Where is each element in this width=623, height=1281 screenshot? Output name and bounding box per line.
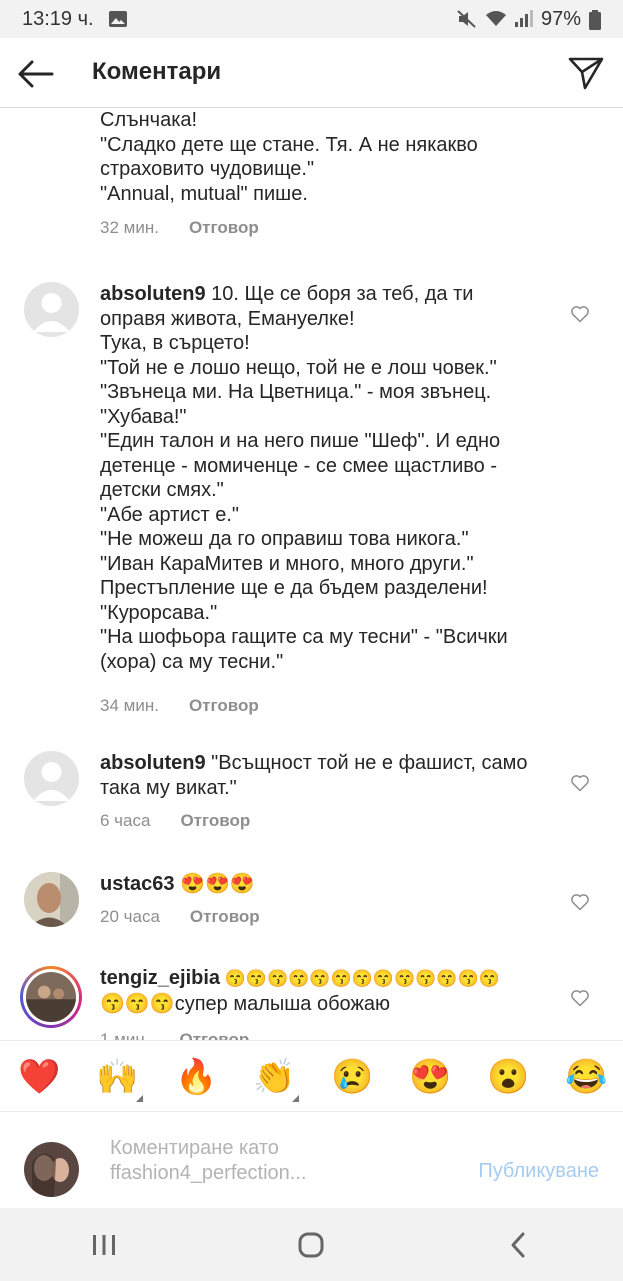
home-icon[interactable] [291, 1225, 331, 1265]
comment-time: 32 мин. [100, 218, 159, 237]
comment-time: 1 мин. [100, 1030, 150, 1040]
comment-time: 34 мин. [100, 696, 159, 715]
back-arrow-icon[interactable] [16, 54, 56, 94]
system-navigation-bar [0, 1208, 623, 1281]
comment-line: 10. Ще се боря за теб, да ти [205, 283, 474, 305]
comment-line: "Един талон и на него пише "Шеф". И едно [100, 430, 501, 452]
avatar[interactable] [24, 872, 79, 927]
clapping-hands-emoji-button[interactable]: 👏 [253, 1057, 295, 1097]
comment-line: "Не можеш да го оправиш това никога." [100, 528, 469, 550]
comment-text: Слънчака! "Сладко дете ще стане. Тя. А н… [100, 108, 555, 206]
like-heart-icon[interactable] [570, 988, 590, 1008]
wifi-icon [485, 10, 506, 28]
back-nav-icon[interactable] [499, 1225, 539, 1265]
comment-line: "Хубава!" [100, 405, 187, 428]
my-avatar [24, 1142, 79, 1197]
battery-icon [589, 10, 601, 30]
comment-line: "Annual, mutual" пише. [100, 182, 308, 205]
comment-line: "Курорсава." [100, 601, 218, 624]
signal-icon [513, 10, 533, 28]
publish-button[interactable]: Публикуване [478, 1160, 599, 1183]
emoji-reaction-bar: ❤️ 🙌 🔥 👏 😢 😍 😮 😂 [0, 1040, 623, 1112]
comment-line: (хора) са му тесни." [100, 650, 284, 673]
reply-button[interactable]: Отговор [189, 696, 259, 716]
like-heart-icon[interactable] [570, 304, 590, 324]
comment-line: така му викат." [100, 776, 237, 799]
send-direct-icon[interactable] [567, 54, 605, 92]
comment-text: ustac63 😍😍😍 [100, 872, 555, 897]
placeholder-line: ffashion4_perfection... [110, 1162, 307, 1184]
surprised-face-emoji-button[interactable]: 😮 [487, 1057, 529, 1097]
reply-button[interactable]: Отговор [179, 1030, 249, 1040]
reply-button[interactable]: Отговор [189, 218, 259, 238]
comment-meta: 1 мин. Отговор [100, 1030, 249, 1040]
reply-button[interactable]: Отговор [180, 811, 250, 831]
comment-composer: Коментиране като ffashion4_perfection...… [0, 1112, 623, 1208]
tears-of-joy-emoji-button[interactable]: 😂 [565, 1057, 607, 1097]
comment-text: absoluten9 10. Ще се боря за теб, да ти … [100, 282, 555, 674]
status-bar: 13:19 ч. 97% [0, 0, 623, 38]
comment-line: 😍😍😍 [174, 873, 255, 895]
comment-line: Престъпление ще е да бъдем разделени! [100, 577, 488, 599]
story-ring-avatar[interactable] [20, 966, 82, 1028]
comment-line: 😙😙😙😙😙😙😙😙😙😙😙😙😙 [220, 969, 500, 988]
page-title: Коментари [92, 58, 222, 85]
comment-input[interactable]: Коментиране като ffashion4_perfection... [110, 1136, 306, 1186]
comment-line: Слънчака! [100, 109, 198, 131]
like-heart-icon[interactable] [570, 892, 590, 912]
placeholder-line: Коментиране като [110, 1137, 279, 1159]
comment-meta: 20 часа Отговор [100, 907, 260, 927]
like-heart-icon[interactable] [570, 773, 590, 793]
fire-emoji-button[interactable]: 🔥 [175, 1057, 217, 1097]
comments-list[interactable]: Слънчака! "Сладко дете ще стане. Тя. А н… [0, 108, 623, 1040]
red-heart-emoji-button[interactable]: ❤️ [18, 1057, 60, 1097]
comment-time: 20 часа [100, 907, 160, 926]
raising-hands-emoji-button[interactable]: 🙌 [96, 1057, 138, 1097]
recent-apps-icon[interactable] [84, 1225, 124, 1265]
comment-username[interactable]: ustac63 [100, 873, 175, 895]
comment-meta: 6 часа Отговор [100, 811, 250, 831]
avatar[interactable] [24, 282, 79, 337]
comment-line: "На шофьора гащите са му тесни" - "Всичк… [100, 626, 508, 648]
heart-eyes-emoji-button[interactable]: 😍 [409, 1057, 451, 1097]
comments-header: Коментари [0, 38, 623, 108]
comment-line: "Абе артист е." [100, 503, 239, 526]
comment-username[interactable]: absoluten9 [100, 283, 206, 305]
mute-icon [457, 10, 477, 28]
comment-username[interactable]: absoluten9 [100, 752, 206, 774]
status-time: 13:19 ч. [22, 7, 94, 30]
comment-time: 6 часа [100, 811, 151, 830]
comment-meta: 34 мин. Отговор [100, 696, 259, 716]
comment-line: страховито чудовище." [100, 158, 315, 180]
comment-line: "Сладко дете ще стане. Тя. А не някакво [100, 133, 478, 156]
comment-text: absoluten9 "Всъщност той не е фашист, са… [100, 751, 555, 800]
skin-tone-indicator-icon [292, 1095, 299, 1102]
comment-meta: 32 мин. Отговор [100, 218, 259, 238]
skin-tone-indicator-icon [136, 1095, 143, 1102]
comment-line: оправя живота, Емануелке! [100, 307, 355, 330]
reply-button[interactable]: Отговор [190, 907, 260, 927]
comment-line: 😙😙😙супер малыша обожаю [100, 992, 390, 1015]
crying-face-emoji-button[interactable]: 😢 [331, 1057, 373, 1097]
comment-text: tengiz_ejibia 😙😙😙😙😙😙😙😙😙😙😙😙😙 😙😙😙супер мал… [100, 966, 555, 1016]
comment-line: детенце - момиченце - се смее щастливо - [100, 454, 497, 477]
comment-line: "Всъщност той не е фашист, само [205, 752, 528, 774]
comment-line: "Той не е лошо нещо, той не е лош човек.… [100, 356, 497, 379]
battery-percent: 97% [540, 7, 581, 30]
comment-line: "Иван КараМитев и много, много други." [100, 552, 474, 575]
gallery-notification-icon [108, 10, 128, 28]
comment-username[interactable]: tengiz_ejibia [100, 967, 220, 989]
comment-line: детски смях." [100, 479, 224, 501]
avatar[interactable] [24, 751, 79, 806]
comment-line: Тука, в сърцето! [100, 332, 250, 354]
comment-line: "Звънеца ми. На Цветница." - моя звънец. [100, 381, 492, 403]
